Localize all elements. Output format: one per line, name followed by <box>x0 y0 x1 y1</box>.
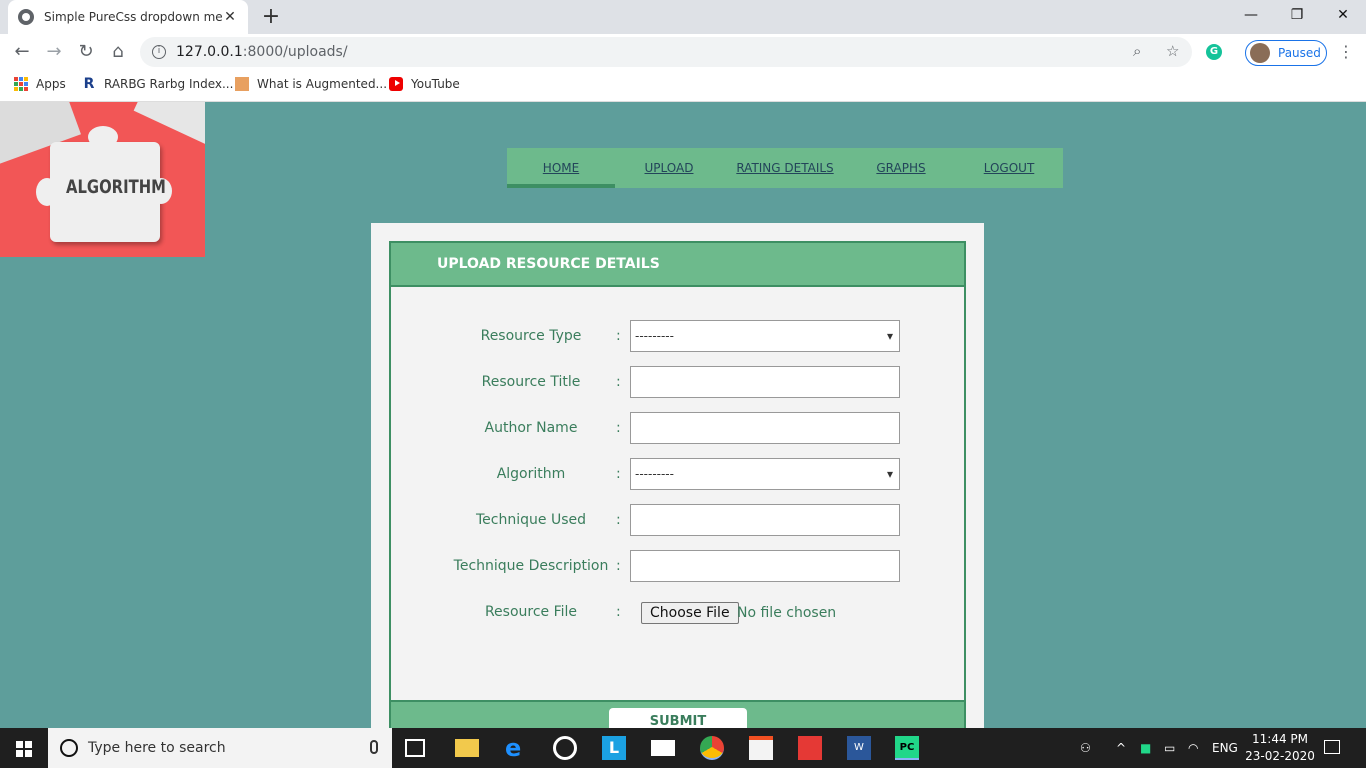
bookmark-youtube[interactable]: YouTube <box>389 77 460 91</box>
tray-chevron-icon[interactable]: ^ <box>1116 728 1126 768</box>
augmented-icon <box>235 77 249 91</box>
l-app-icon[interactable]: L <box>602 736 626 760</box>
new-tab-button[interactable]: + <box>258 4 284 30</box>
taskbar-search[interactable]: Type here to search <box>48 728 392 768</box>
reload-icon[interactable]: ↻ <box>74 40 98 64</box>
bookmarks-bar: Apps R RARBG Rarbg Index... What is Augm… <box>0 70 1366 102</box>
upload-form: UPLOAD RESOURCE DETAILS Resource Type : … <box>389 241 966 736</box>
notification-icon[interactable] <box>1324 740 1340 754</box>
file-status: No file chosen <box>737 605 837 621</box>
logo-text: ALGORITHM <box>66 176 166 198</box>
word-icon[interactable]: W <box>847 736 871 760</box>
bookmark-apps[interactable]: Apps <box>14 77 66 91</box>
forward-icon[interactable]: → <box>42 40 66 64</box>
bookmark-star-icon[interactable]: ☆ <box>1166 42 1179 60</box>
author-name-input[interactable] <box>630 412 900 444</box>
technique-used-row: Technique Used : <box>391 504 964 536</box>
resource-title-input[interactable] <box>630 366 900 398</box>
youtube-icon <box>389 77 403 91</box>
red-app-icon[interactable] <box>798 736 822 760</box>
globe-icon <box>18 9 34 25</box>
author-name-row: Author Name : <box>391 412 964 444</box>
info-icon[interactable]: i <box>152 45 166 59</box>
choose-file-button[interactable]: Choose File <box>641 602 739 624</box>
edge-icon[interactable]: e <box>505 736 529 760</box>
technique-description-row: Technique Description : <box>391 550 964 582</box>
nav-graphs[interactable]: GRAPHS <box>847 148 955 188</box>
algorithm-row: Algorithm : --------- <box>391 458 964 490</box>
resource-title-row: Resource Title : <box>391 366 964 398</box>
language-indicator[interactable]: ENG <box>1212 728 1238 768</box>
cortana-icon <box>60 739 78 757</box>
minimize-button[interactable]: — <box>1228 0 1274 30</box>
home-icon[interactable]: ⌂ <box>106 40 130 64</box>
zoom-icon[interactable]: ⌕ <box>1133 42 1141 60</box>
grammarly-icon[interactable]: G <box>1206 44 1222 60</box>
apps-grid-icon <box>14 77 28 91</box>
tab-close-icon[interactable]: ✕ <box>222 9 238 25</box>
main-nav: HOME UPLOAD RATING DETAILS GRAPHS LOGOUT <box>507 148 1063 188</box>
restore-button[interactable]: ❐ <box>1274 0 1320 30</box>
bookmark-rarbg[interactable]: R RARBG Rarbg Index... <box>82 76 234 92</box>
back-icon[interactable]: ← <box>10 40 34 64</box>
people-icon[interactable]: ⚇ <box>1080 728 1091 768</box>
rarbg-icon: R <box>83 76 95 92</box>
browser-tab[interactable]: Simple PureCss dropdown menu ✕ <box>8 0 248 34</box>
system-clock[interactable]: 11:44 PM 23-02-2020 <box>1240 731 1320 765</box>
store-icon[interactable] <box>749 736 773 760</box>
wifi-icon[interactable]: ◠ <box>1188 728 1198 768</box>
tray-app-icon[interactable]: ■ <box>1140 728 1151 768</box>
app-ring-icon[interactable] <box>553 736 577 760</box>
nav-home[interactable]: HOME <box>507 148 615 188</box>
nav-logout[interactable]: LOGOUT <box>955 148 1063 188</box>
nav-upload[interactable]: UPLOAD <box>615 148 723 188</box>
avatar <box>1250 43 1270 63</box>
windows-icon <box>16 741 32 757</box>
resource-file-row: Resource File : Choose File No file chos… <box>391 596 964 628</box>
algorithm-select[interactable]: --------- <box>630 458 900 490</box>
form-heading: UPLOAD RESOURCE DETAILS <box>391 243 964 287</box>
url-text: 127.0.0.1:8000/uploads/ <box>176 44 348 60</box>
form-footer: SUBMIT <box>391 700 964 736</box>
start-button[interactable] <box>0 728 48 768</box>
browser-toolbar: ← → ↻ ⌂ i 127.0.0.1:8000/uploads/ ⌕ ☆ <box>0 34 1366 70</box>
resource-type-select[interactable]: --------- <box>630 320 900 352</box>
taskbar: Type here to search e L W PC ⚇ ^ ■ ▭ ◠ E… <box>0 728 1366 768</box>
address-bar[interactable]: i 127.0.0.1:8000/uploads/ <box>140 37 1192 67</box>
file-explorer-icon[interactable] <box>455 739 479 757</box>
technique-used-input[interactable] <box>630 504 900 536</box>
pycharm-icon[interactable]: PC <box>895 736 919 760</box>
bookmark-augmented[interactable]: What is Augmented... <box>235 77 387 91</box>
tab-title: Simple PureCss dropdown menu <box>44 10 222 24</box>
browser-tab-strip: Simple PureCss dropdown menu ✕ + — ❐ ✕ <box>0 0 1366 34</box>
battery-icon[interactable]: ▭ <box>1164 728 1175 768</box>
resource-type-row: Resource Type : --------- <box>391 320 964 352</box>
window-close-button[interactable]: ✕ <box>1320 0 1366 30</box>
microphone-icon[interactable] <box>370 740 378 754</box>
profile-status: Paused <box>1278 46 1321 60</box>
mail-icon[interactable] <box>651 740 675 756</box>
nav-rating-details[interactable]: RATING DETAILS <box>723 148 847 188</box>
algorithm-logo: ALGORITHM <box>0 102 205 257</box>
technique-description-input[interactable] <box>630 550 900 582</box>
task-view-icon[interactable] <box>405 739 425 757</box>
menu-icon[interactable]: ⋮ <box>1338 42 1354 61</box>
chrome-icon[interactable] <box>700 736 724 760</box>
profile-button[interactable]: Paused <box>1245 40 1327 66</box>
